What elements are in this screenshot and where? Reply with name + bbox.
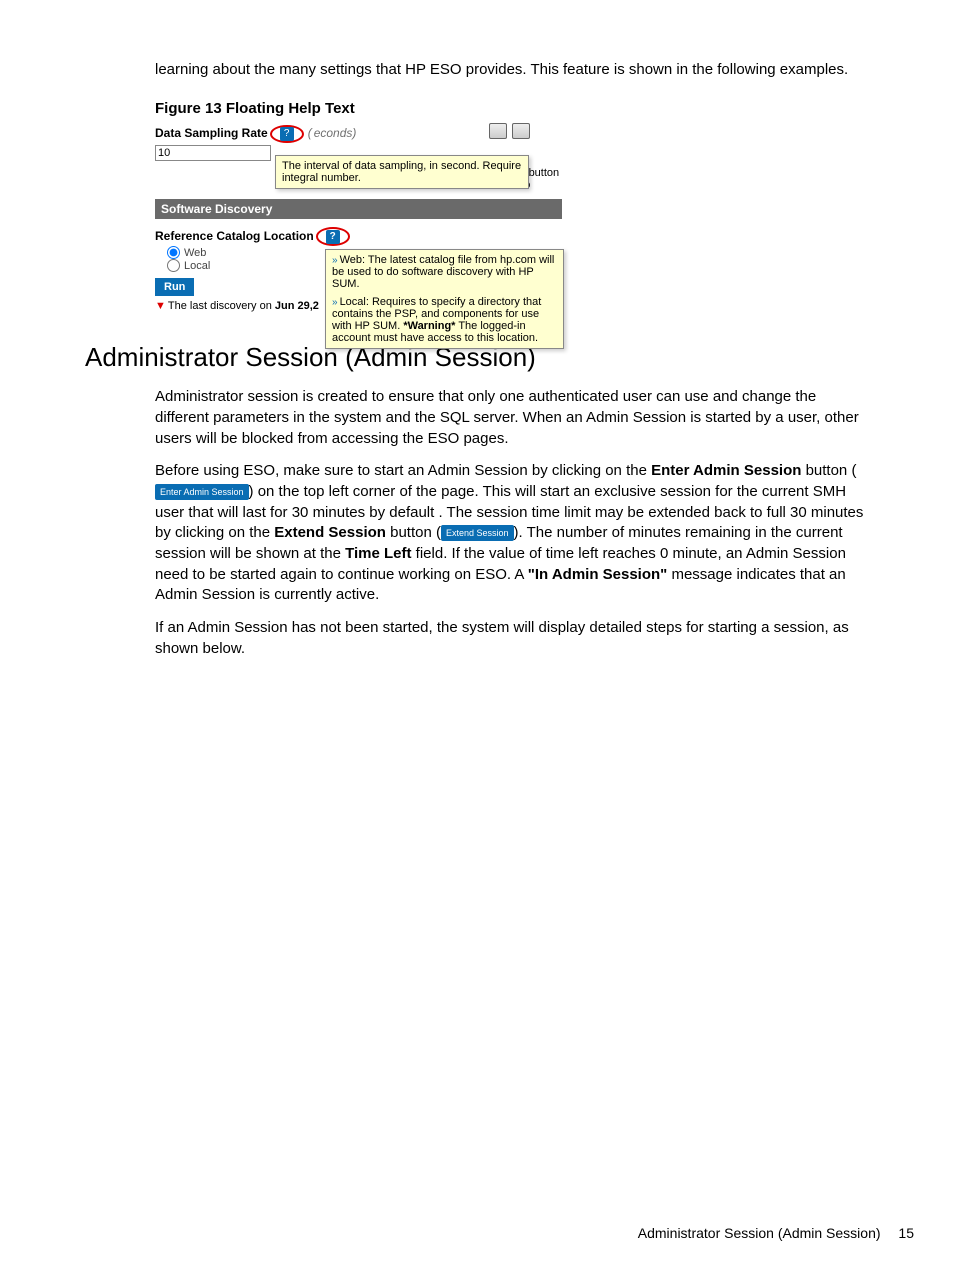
sampling-rate-label: Data Sampling Rate	[155, 126, 268, 140]
radio-local[interactable]: Local	[167, 260, 210, 272]
figure-caption: Figure 13 Floating Help Text	[155, 100, 914, 117]
page-number: 15	[898, 1225, 914, 1241]
intro-text: learning about the many settings that HP…	[155, 60, 874, 80]
footer-label: Administrator Session (Admin Session)	[638, 1225, 881, 1241]
sampling-unit-right: econds)	[314, 126, 357, 140]
warning-icon: ▼	[155, 300, 166, 312]
toolbar-btn-2[interactable]	[512, 123, 530, 139]
radio-web-input[interactable]	[167, 246, 180, 259]
radio-local-input[interactable]	[167, 259, 180, 272]
sampling-unit-left: (	[308, 126, 312, 140]
run-button[interactable]: Run	[155, 278, 194, 296]
page-footer: Administrator Session (Admin Session) 15	[638, 1225, 914, 1241]
software-discovery-header: Software Discovery	[155, 199, 562, 219]
toolbar-btn-1[interactable]	[489, 123, 507, 139]
paragraph-3: If an Admin Session has not been started…	[155, 618, 874, 659]
arrow-icon-2: »	[332, 297, 338, 308]
help-icon[interactable]: ?	[280, 127, 294, 141]
enter-admin-session-button[interactable]: Enter Admin Session	[155, 484, 249, 500]
radio-web[interactable]: Web	[167, 247, 206, 259]
arrow-icon: »	[332, 255, 338, 266]
figure-area: Data Sampling Rate? (econds) The interval…	[155, 125, 560, 312]
sampling-rate-input[interactable]	[155, 145, 271, 161]
paragraph-2: Before using ESO, make sure to start an …	[155, 461, 874, 606]
paragraph-1: Administrator session is created to ensu…	[155, 387, 874, 449]
catalog-tooltip: »Web: The latest catalog file from hp.co…	[325, 249, 564, 349]
help-icon-highlight: ?	[270, 125, 304, 143]
extend-session-button[interactable]: Extend Session	[441, 525, 514, 541]
sampling-tooltip: The interval of data sampling, in second…	[275, 155, 529, 189]
toolbar-icons	[487, 123, 530, 142]
help-icon-2[interactable]: ?	[326, 230, 340, 244]
ref-catalog-label: Reference Catalog Location	[155, 229, 314, 243]
help-icon-highlight-2: ?	[316, 227, 350, 246]
